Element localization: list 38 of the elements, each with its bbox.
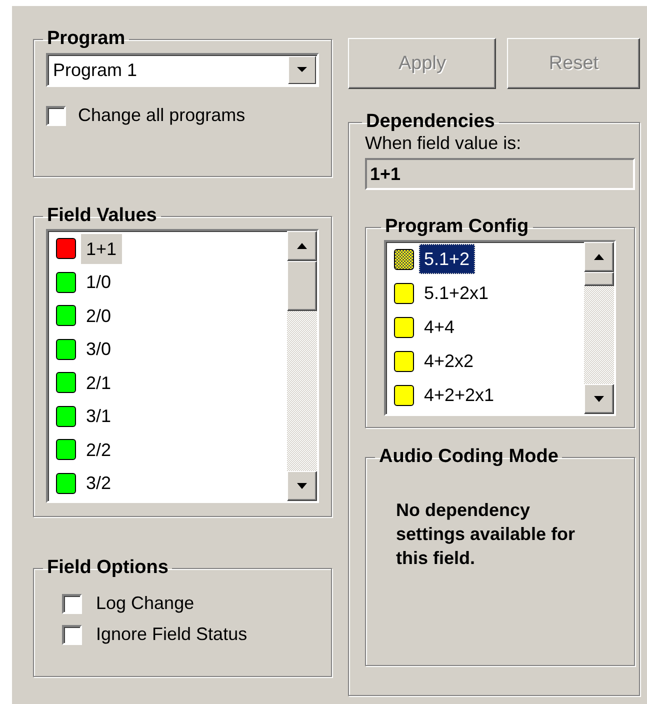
checkbox-label: Log Change (96, 593, 194, 614)
scroll-down-icon[interactable] (297, 483, 307, 489)
checkbox[interactable] (46, 106, 66, 126)
list-item[interactable]: 4+4 (419, 312, 460, 342)
list-item[interactable]: 3/1 (81, 401, 116, 432)
list-item[interactable]: 5.1+2 (419, 244, 475, 274)
list-item[interactable]: 1+1 (81, 234, 122, 264)
value-field: 1+1 (365, 158, 635, 190)
checkbox-label: Change all programs (78, 105, 246, 126)
scroll-thumb[interactable] (287, 261, 317, 311)
list-item[interactable]: 3/2 (81, 468, 116, 498)
list-item[interactable]: 4+2+2x1 (419, 380, 500, 410)
info-message: No dependency settings available for this field. (396, 499, 576, 570)
scroll-thumb[interactable] (584, 272, 614, 286)
checkbox[interactable] (62, 624, 82, 644)
field-label: When field value is: (365, 133, 522, 154)
dropdown-arrow-icon (297, 67, 307, 73)
list-item[interactable]: 4+2x2 (419, 346, 479, 376)
group-title: Program Config (384, 216, 530, 238)
checkbox-label: Ignore Field Status (96, 624, 248, 645)
list-item[interactable]: 2/1 (81, 368, 116, 398)
list-item[interactable]: 3/0 (81, 334, 116, 364)
group-title: Program (46, 28, 126, 50)
list-item[interactable]: 2/2 (81, 434, 116, 465)
scroll-up-icon[interactable] (297, 243, 307, 249)
checkbox[interactable] (62, 594, 82, 614)
group-title: Dependencies (365, 111, 496, 133)
group-title: Audio Coding Mode (378, 446, 560, 468)
group-title: Field Values (46, 205, 158, 227)
scroll-up-icon[interactable] (594, 254, 604, 260)
list-item[interactable]: 5.1+2x1 (419, 278, 494, 308)
list-item[interactable]: 2/0 (81, 300, 116, 331)
scrollbar[interactable] (287, 231, 317, 501)
scrollbar[interactable] (584, 242, 614, 414)
group-title: Field Options (46, 557, 170, 579)
program-dropdown[interactable]: Program 1 (46, 53, 319, 87)
list-item[interactable]: 1/0 (81, 267, 116, 298)
scroll-down-icon[interactable] (594, 396, 604, 402)
